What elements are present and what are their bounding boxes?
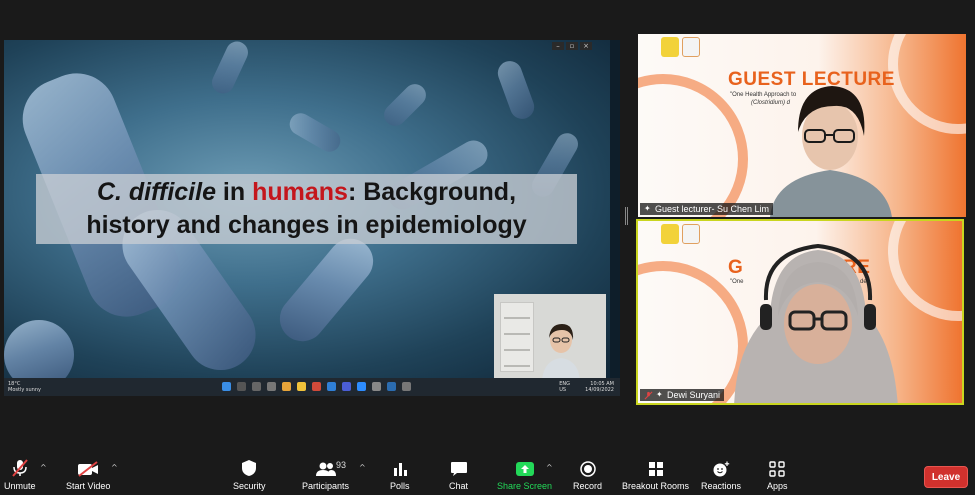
video-off-icon: [78, 461, 99, 477]
university-logo: [661, 37, 679, 57]
share-options-chevron-icon[interactable]: ^: [546, 463, 553, 472]
chrome-icon[interactable]: [282, 382, 291, 391]
reactions-icon: [713, 461, 730, 477]
minimize-icon[interactable]: –: [552, 42, 564, 50]
panel-resize-handle[interactable]: [625, 207, 628, 225]
participant-tile-active-speaker[interactable]: G RE "One des ✦ Dewi Suryani: [636, 219, 964, 405]
weather-desc: Mostly sunny: [8, 387, 41, 393]
system-clock[interactable]: 10:05 AM 14/09/2022: [585, 381, 614, 393]
apps-icon: [769, 461, 785, 477]
apps-label: Apps: [767, 481, 788, 491]
meeting-stage: C. difficile in humans: Background, hist…: [0, 0, 975, 455]
presenter-video-inset: [494, 294, 606, 378]
record-button[interactable]: Record: [573, 459, 602, 491]
windows-start-icon[interactable]: [222, 382, 231, 391]
bacteria-shape: [208, 40, 252, 98]
pin-icon: ✦: [656, 390, 663, 399]
app-icon[interactable]: [402, 382, 411, 391]
task-view-icon[interactable]: [252, 382, 261, 391]
taskbar-apps: [222, 382, 411, 391]
clock-date: 14/09/2022: [585, 387, 614, 393]
file-explorer-icon[interactable]: [297, 382, 306, 391]
share-screen-button[interactable]: Share Screen: [497, 459, 552, 491]
participant-video: [770, 86, 892, 217]
teams-icon[interactable]: [342, 382, 351, 391]
chat-label: Chat: [449, 481, 469, 491]
unmute-label: Unmute: [4, 481, 36, 491]
slide-title-in: in: [215, 178, 253, 206]
share-screen-label: Share Screen: [497, 481, 553, 491]
zoom-icon[interactable]: [357, 382, 366, 391]
input-language[interactable]: ENG US: [559, 381, 570, 393]
shield-icon: [242, 460, 257, 476]
powerpoint-icon[interactable]: [387, 382, 396, 391]
presenter-figure: [542, 324, 580, 378]
record-label: Record: [573, 481, 603, 491]
participants-count-badge: 93: [336, 460, 347, 470]
slide-title-organism: C. difficile: [96, 178, 216, 206]
meeting-toolbar: Unmute ^ Start Video ^ Security Particip…: [0, 455, 975, 495]
bacteria-shape: [4, 320, 74, 378]
security-button[interactable]: Security: [233, 459, 266, 491]
security-label: Security: [233, 481, 266, 491]
pin-icon: ✦: [644, 204, 651, 213]
audio-options-chevron-icon[interactable]: ^: [40, 463, 47, 472]
participants-options-chevron-icon[interactable]: ^: [359, 463, 366, 472]
participant-name: Guest lecturer- Su Chen Lim: [655, 204, 770, 214]
breakout-rooms-label: Breakout Rooms: [622, 481, 690, 491]
video-options-chevron-icon[interactable]: ^: [111, 463, 118, 472]
participant-name-tag: ✦ Guest lecturer- Su Chen Lim: [640, 203, 774, 215]
polls-label: Polls: [390, 481, 410, 491]
restore-icon[interactable]: ▫: [566, 42, 578, 50]
university-logo: [661, 224, 679, 244]
polls-icon: [393, 463, 407, 476]
start-video-label: Start Video: [66, 481, 111, 491]
participant-tile[interactable]: GUEST LECTURE "One Health Approach to (C…: [638, 34, 966, 217]
slide-title-line2: history and changes in epidemiology: [86, 211, 527, 239]
app-icon[interactable]: [372, 382, 381, 391]
windows-taskbar: 18°C Mostly sunny ENG US 10:05 AM 14/09/…: [4, 378, 620, 396]
window-controls: – ▫ ×: [552, 42, 592, 50]
breakout-rooms-button[interactable]: Breakout Rooms: [622, 459, 689, 491]
start-video-button[interactable]: Start Video: [66, 459, 110, 491]
reactions-button[interactable]: Reactions: [701, 459, 741, 491]
chat-button[interactable]: Chat: [449, 459, 468, 491]
participants-icon: [315, 462, 336, 476]
taskbar-weather[interactable]: 18°C Mostly sunny: [8, 381, 41, 393]
firefox-icon[interactable]: [312, 382, 321, 391]
participant-video: [734, 243, 898, 403]
participants-label: Participants: [302, 481, 350, 491]
unmute-button[interactable]: Unmute: [4, 459, 36, 491]
polls-button[interactable]: Polls: [390, 459, 410, 491]
leave-button[interactable]: Leave: [924, 466, 968, 488]
reactions-label: Reactions: [701, 481, 742, 491]
close-icon[interactable]: ×: [580, 42, 592, 50]
bacteria-shape: [270, 229, 383, 351]
bacteria-shape: [285, 109, 345, 156]
slide-title: C. difficile in humans: Background, hist…: [36, 176, 577, 242]
presentation-slide: C. difficile in humans: Background, hist…: [4, 40, 610, 378]
slide-title-rest: : Background,: [347, 178, 517, 206]
search-icon[interactable]: [237, 382, 246, 391]
breakout-rooms-icon: [648, 462, 663, 476]
shared-screen[interactable]: C. difficile in humans: Background, hist…: [4, 40, 620, 396]
muted-mic-icon: [644, 391, 653, 399]
slide-title-humans: humans: [252, 178, 348, 206]
participant-name-tag: ✦ Dewi Suryani: [640, 389, 725, 401]
edge-icon[interactable]: [327, 382, 336, 391]
bacteria-shape: [494, 57, 538, 123]
widgets-icon[interactable]: [267, 382, 276, 391]
apps-button[interactable]: Apps: [767, 459, 788, 491]
participant-name: Dewi Suryani: [667, 390, 721, 400]
lang-region: US: [559, 387, 567, 393]
faculty-logo: [682, 37, 700, 57]
share-screen-icon: [515, 462, 534, 476]
bacteria-shape: [379, 79, 431, 131]
muted-mic-icon: [11, 459, 28, 477]
record-icon: [579, 461, 596, 477]
bookshelf: [500, 302, 534, 372]
faculty-logo: [682, 224, 700, 244]
chat-icon: [450, 462, 467, 476]
